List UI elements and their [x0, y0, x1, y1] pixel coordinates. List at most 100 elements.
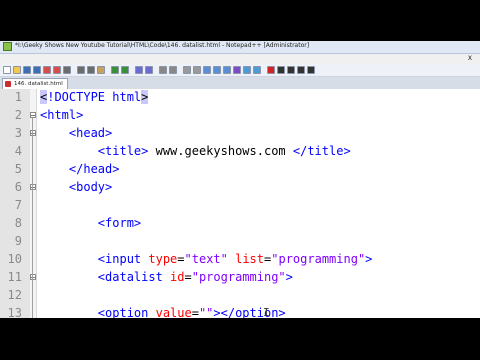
- code-token: </head>: [40, 162, 120, 176]
- code-text: <form>: [40, 214, 141, 232]
- code-token: </title>: [292, 144, 351, 158]
- code-editor[interactable]: 1 <!DOCTYPE html> 2 <html> 3 <head> 4 <title>…: [0, 89, 480, 318]
- code-line[interactable]: 9: [0, 232, 480, 250]
- line-number: 12: [7, 288, 22, 302]
- code-token: =: [184, 270, 192, 284]
- code-token: <title>: [40, 144, 149, 158]
- stop-icon[interactable]: [277, 66, 285, 74]
- code-line[interactable]: 11 <datalist id="programming">: [0, 268, 480, 286]
- zoom-in-icon[interactable]: [159, 66, 167, 74]
- line-number: 4: [14, 144, 22, 158]
- code-token: <html>: [40, 108, 84, 122]
- sync-h-icon[interactable]: [193, 66, 201, 74]
- copy-icon[interactable]: [87, 66, 95, 74]
- doc-map-icon[interactable]: [243, 66, 251, 74]
- fold-toggle-icon[interactable]: [30, 130, 36, 136]
- cut-icon[interactable]: [77, 66, 85, 74]
- fold-toggle-icon[interactable]: [30, 184, 36, 190]
- code-token: "text": [184, 252, 228, 266]
- title-bar: *I:\Geeky Shows New Youtube Tutorial\HTM…: [0, 41, 480, 54]
- fold-toggle-icon[interactable]: [30, 274, 36, 280]
- close-all-icon[interactable]: [53, 66, 61, 74]
- screen: *I:\Geeky Shows New Youtube Tutorial\HTM…: [0, 0, 480, 360]
- save-all-icon[interactable]: [33, 66, 41, 74]
- code-token: >: [285, 270, 293, 284]
- code-token: <head>: [40, 126, 113, 140]
- sync-v-icon[interactable]: [183, 66, 191, 74]
- print-icon[interactable]: [63, 66, 71, 74]
- redo-icon[interactable]: [121, 66, 129, 74]
- all-chars-icon[interactable]: [213, 66, 221, 74]
- close-document-icon[interactable]: X: [468, 54, 472, 64]
- open-icon[interactable]: [13, 66, 21, 74]
- menu-bar: FileEditSearchViewEncodingLanguageSettin…: [0, 54, 480, 71]
- code-text: <html>: [40, 106, 83, 124]
- func-list-icon[interactable]: [253, 66, 261, 74]
- code-token: <body>: [40, 180, 113, 194]
- line-number: 3: [14, 126, 22, 140]
- code-token: =: [177, 252, 185, 266]
- code-line[interactable]: 13 <option value=""></option>: [0, 304, 480, 318]
- code-token: www.geekyshows.com: [148, 144, 293, 158]
- wrap-icon[interactable]: [203, 66, 211, 74]
- fold-toggle-icon[interactable]: [30, 112, 36, 118]
- tab-label: 146. datalist.html: [14, 81, 63, 87]
- code-token: id: [170, 270, 185, 284]
- line-number: 11: [7, 270, 22, 284]
- new-icon[interactable]: [3, 66, 11, 74]
- code-line[interactable]: 5 </head>: [0, 160, 480, 178]
- record-icon[interactable]: [267, 66, 275, 74]
- line-number: 8: [14, 216, 22, 230]
- unsaved-file-icon: [5, 81, 11, 87]
- close-icon[interactable]: [43, 66, 51, 74]
- code-text: </head>: [40, 160, 120, 178]
- line-number: 6: [14, 180, 22, 194]
- code-line[interactable]: 12: [0, 286, 480, 304]
- replace-icon[interactable]: [145, 66, 153, 74]
- line-number: 1: [14, 90, 22, 104]
- code-token: <datalist: [40, 270, 171, 284]
- line-number: 10: [7, 252, 22, 266]
- code-line[interactable]: 7: [0, 196, 480, 214]
- code-line[interactable]: 4 <title> www.geekyshows.com </title>: [0, 142, 480, 160]
- code-text: <datalist id="programming">: [40, 268, 293, 286]
- line-number: 9: [14, 234, 22, 248]
- line-number: 2: [14, 108, 22, 122]
- code-token: value: [155, 306, 192, 318]
- code-line[interactable]: 1 <!DOCTYPE html>: [0, 89, 480, 106]
- play-multi-icon[interactable]: [297, 66, 305, 74]
- code-line[interactable]: 10 <input type="text" list="programming"…: [0, 250, 480, 268]
- fold-guide-line: [32, 118, 33, 318]
- code-line[interactable]: 2 <html>: [0, 106, 480, 124]
- code-token: "": [198, 306, 214, 318]
- code-token: "programming": [191, 270, 286, 284]
- code-token: <option: [40, 306, 156, 318]
- line-number: 13: [7, 306, 22, 318]
- code-line[interactable]: 6 <body>: [0, 178, 480, 196]
- find-icon[interactable]: [135, 66, 143, 74]
- indent-guide-icon[interactable]: [223, 66, 231, 74]
- notepad-plus-plus-icon: [3, 42, 12, 51]
- code-token: ></option>: [213, 306, 286, 318]
- window-title: *I:\Geeky Shows New Youtube Tutorial\HTM…: [15, 42, 310, 49]
- code-text: <title> www.geekyshows.com </title>: [40, 142, 351, 160]
- code-line[interactable]: 8 <form>: [0, 214, 480, 232]
- letterbox-top: [0, 0, 480, 41]
- save-macro-icon[interactable]: [307, 66, 315, 74]
- tab-datalist[interactable]: 146. datalist.html: [2, 78, 68, 89]
- code-token: list: [235, 252, 265, 266]
- code-text: <input type="text" list="programming">: [40, 250, 373, 268]
- lang-icon[interactable]: [233, 66, 241, 74]
- code-line[interactable]: 3 <head>: [0, 124, 480, 142]
- line-number: 7: [14, 198, 22, 212]
- save-icon[interactable]: [23, 66, 31, 74]
- code-token: "programming": [271, 252, 366, 266]
- text-cursor-icon: I: [263, 306, 270, 318]
- code-text: <head>: [40, 124, 112, 142]
- play-icon[interactable]: [287, 66, 295, 74]
- undo-icon[interactable]: [111, 66, 119, 74]
- zoom-out-icon[interactable]: [169, 66, 177, 74]
- paste-icon[interactable]: [97, 66, 105, 74]
- code-token: <input: [40, 252, 149, 266]
- line-number: 5: [14, 162, 22, 176]
